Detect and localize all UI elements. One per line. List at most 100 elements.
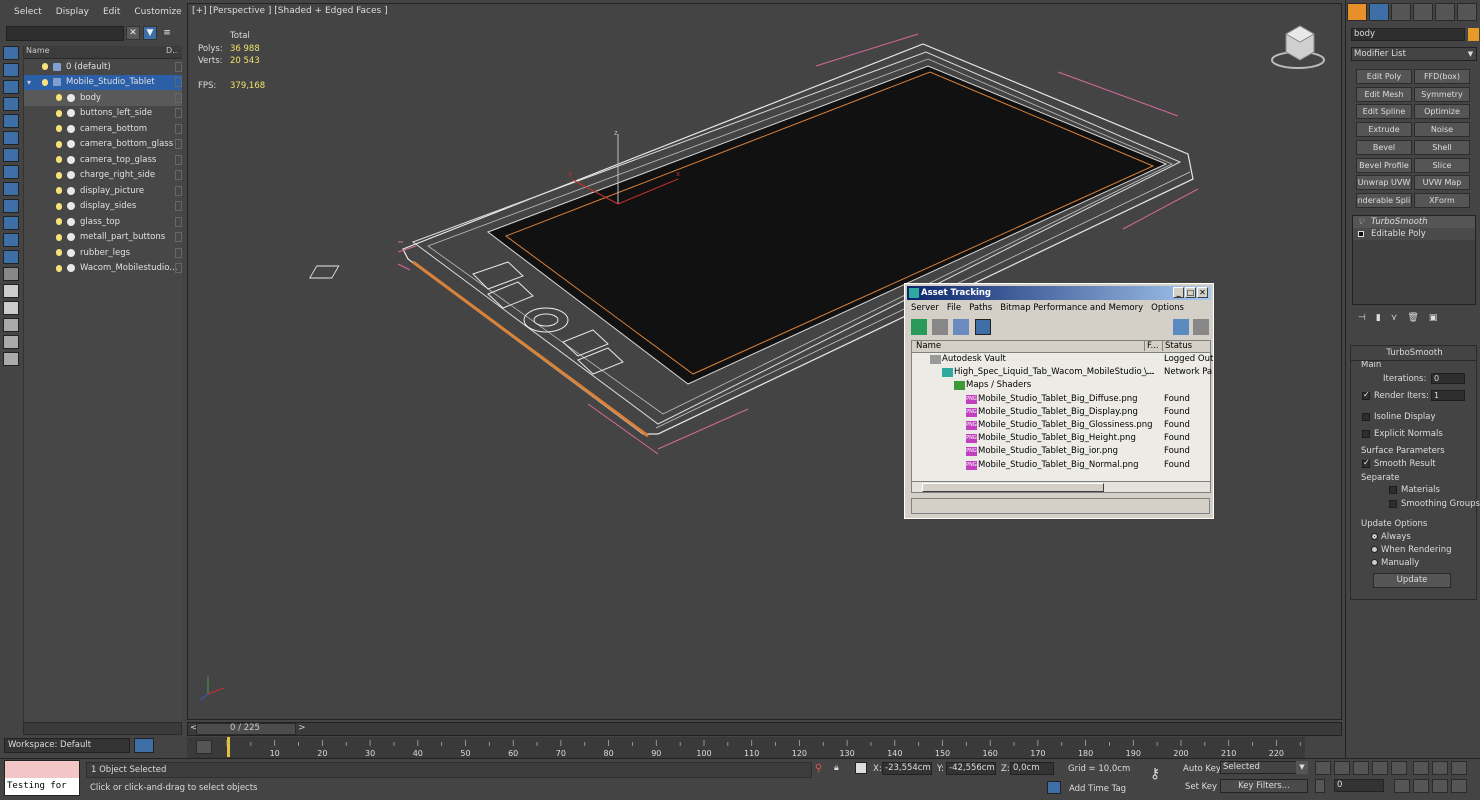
asset-row[interactable]: PNG Mobile_Studio_Tablet_Big_Height.png Fo…	[912, 432, 1210, 445]
visibility-bulb-icon[interactable]	[42, 78, 48, 86]
modifier-button[interactable]: Edit Mesh	[1356, 86, 1412, 102]
play-icon[interactable]	[1353, 761, 1369, 775]
visibility-bulb-icon[interactable]	[56, 218, 62, 226]
refresh-icon[interactable]	[911, 319, 927, 335]
smooth-result-checkbox[interactable]	[1362, 458, 1370, 468]
visibility-bulb-icon[interactable]	[56, 249, 62, 257]
visibility-bulb-icon[interactable]	[56, 171, 62, 179]
slider-next-icon[interactable]: >	[298, 723, 306, 733]
hierarchy-tab-icon[interactable]	[1391, 3, 1411, 21]
layer-manager-icon[interactable]	[3, 352, 19, 366]
next-frame-icon[interactable]	[1372, 761, 1388, 775]
list-view-icon[interactable]	[932, 319, 948, 335]
freeze-toggle-icon[interactable]	[175, 77, 182, 88]
remove-modifier-icon[interactable]: 🗑︎	[1407, 313, 1418, 323]
object-color-swatch[interactable]	[1468, 28, 1479, 41]
freeze-toggle-icon[interactable]	[175, 263, 182, 274]
tree-item[interactable]: camera_bottom	[24, 121, 182, 137]
asset-menu-paths[interactable]: Paths	[969, 302, 992, 314]
motion-tab-icon[interactable]	[1413, 3, 1433, 21]
asset-menu-file[interactable]: File	[947, 302, 961, 314]
selection-lock-icon[interactable]: 🔒︎	[834, 763, 844, 775]
display-all-icon[interactable]	[3, 267, 19, 281]
freeze-toggle-icon[interactable]	[175, 139, 182, 150]
modifier-list-dropdown[interactable]: Modifier List	[1351, 47, 1477, 61]
visibility-bulb-icon[interactable]	[56, 125, 62, 133]
iterations-spinner[interactable]: 0	[1431, 373, 1465, 384]
asset-col-status[interactable]: Status	[1162, 341, 1192, 351]
bulb-icon[interactable]: 💡︎	[1358, 216, 1364, 228]
fov-icon[interactable]	[1413, 779, 1429, 793]
visibility-bulb-icon[interactable]	[56, 94, 62, 102]
modifier-button[interactable]: enderable Splin	[1356, 192, 1412, 208]
tree-item[interactable]: metall_part_buttons	[24, 230, 182, 246]
tree-item[interactable]: rubber_legs	[24, 245, 182, 261]
key-selection-dropdown[interactable]: Selected	[1220, 761, 1308, 774]
tree-item[interactable]: display_picture	[24, 183, 182, 199]
x-coordinate-field[interactable]: -23,554cm	[882, 762, 932, 775]
visibility-bulb-icon[interactable]	[56, 187, 62, 195]
table-view-icon[interactable]	[975, 319, 991, 335]
asset-tracking-titlebar[interactable]: Asset Tracking _ □ ✕	[907, 286, 1211, 300]
time-tag-icon[interactable]	[1047, 781, 1061, 794]
update-button[interactable]: Update	[1373, 573, 1451, 588]
asset-row[interactable]: PNG Mobile_Studio_Tablet_Big_Display.png F…	[912, 406, 1210, 419]
asset-row[interactable]: PNG Mobile_Studio_Tablet_Big_Normal.png Fo…	[912, 459, 1210, 472]
explorer-search-input[interactable]	[6, 26, 124, 41]
expand-arrow-icon[interactable]: ▾	[27, 78, 31, 87]
clear-search-icon[interactable]: ✕	[126, 26, 140, 40]
pan-view-icon[interactable]	[1432, 761, 1448, 775]
utilities-tab-icon[interactable]	[1457, 3, 1477, 21]
make-unique-icon[interactable]: ⋎	[1391, 313, 1398, 323]
explicit-normals-checkbox[interactable]	[1362, 430, 1370, 438]
modify-tab-icon[interactable]	[1369, 3, 1389, 21]
visibility-bulb-icon[interactable]	[56, 156, 62, 164]
menu-edit[interactable]: Edit	[103, 7, 120, 17]
freeze-toggle-icon[interactable]	[175, 201, 182, 212]
freeze-toggle-icon[interactable]	[175, 216, 182, 227]
asset-row[interactable]: Maps / Shaders	[912, 379, 1210, 392]
walk-through-icon[interactable]	[1432, 779, 1448, 793]
display-spacewarps-icon[interactable]	[3, 148, 19, 162]
turbosmooth-title[interactable]: TurboSmooth	[1351, 348, 1478, 358]
time-config-icon[interactable]	[1394, 779, 1410, 793]
close-icon[interactable]: ✕	[1197, 287, 1208, 298]
z-coordinate-field[interactable]: 0,0cm	[1010, 762, 1054, 775]
display-invert-icon[interactable]	[3, 301, 19, 315]
tree-horizontal-scrollbar[interactable]	[23, 722, 182, 735]
visibility-bulb-icon[interactable]	[56, 140, 62, 148]
freeze-toggle-icon[interactable]	[175, 232, 182, 243]
isoline-display-checkbox[interactable]	[1362, 413, 1370, 421]
freeze-toggle-icon[interactable]	[175, 185, 182, 196]
tree-item[interactable]: camera_bottom_glass	[24, 137, 182, 153]
object-name-field[interactable]: body	[1351, 28, 1465, 41]
freeze-toggle-icon[interactable]	[175, 61, 182, 72]
modifier-button[interactable]: UVW Map	[1414, 175, 1470, 191]
freeze-toggle-icon[interactable]	[175, 247, 182, 258]
display-frozen-icon[interactable]	[3, 233, 19, 247]
display-groups-icon[interactable]	[3, 165, 19, 179]
key-mode-icon[interactable]	[1315, 779, 1325, 793]
orbit-icon[interactable]	[1451, 761, 1467, 775]
display-none-icon[interactable]	[3, 284, 19, 298]
display-helpers-icon[interactable]	[3, 131, 19, 145]
detail-view-icon[interactable]	[953, 319, 969, 335]
display-geometry-icon[interactable]	[3, 63, 19, 77]
modifier-button[interactable]: Unwrap UVW	[1356, 175, 1412, 191]
asset-row[interactable]: High_Spec_Liquid_Tab_Wacom_MobileStudio_…	[912, 366, 1212, 379]
show-end-result-icon[interactable]: ▮	[1376, 313, 1381, 323]
render-iters-checkbox[interactable]	[1362, 390, 1370, 400]
absolute-mode-icon[interactable]	[855, 762, 867, 774]
display-hidden-icon[interactable]	[3, 250, 19, 264]
current-frame-marker[interactable]	[227, 737, 230, 757]
tree-col-name[interactable]: Name	[24, 46, 164, 58]
viewcube-icon[interactable]	[1271, 25, 1325, 69]
create-tab-icon[interactable]	[1347, 3, 1367, 21]
tree-item[interactable]: buttons_left_side	[24, 106, 182, 122]
select-filter-icon[interactable]	[3, 46, 19, 60]
maximize-viewport-icon[interactable]	[1451, 779, 1467, 793]
stack-item-editable-poly[interactable]: Editable Poly	[1353, 228, 1475, 240]
modifier-button[interactable]: FFD(box)	[1414, 69, 1470, 84]
isolate-selection-icon[interactable]: ⚲	[815, 763, 825, 775]
menu-customize[interactable]: Customize	[134, 7, 181, 17]
